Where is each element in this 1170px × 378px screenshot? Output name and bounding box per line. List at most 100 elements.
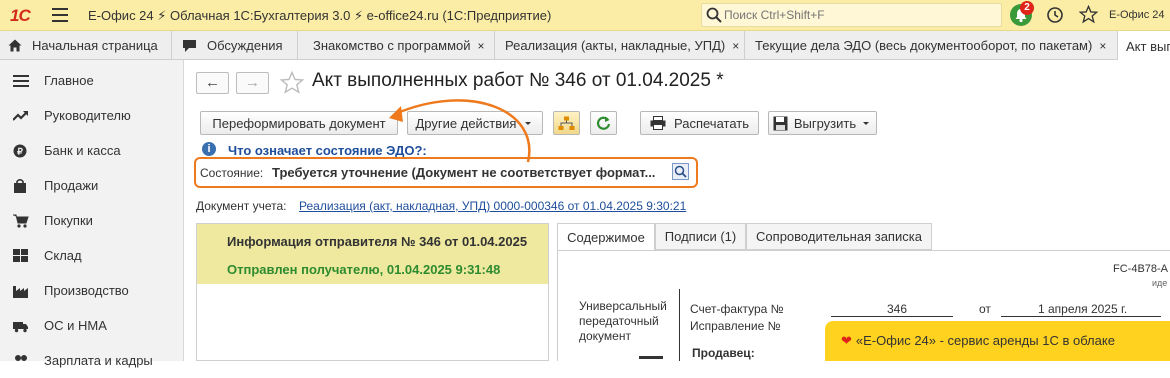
cart-icon — [13, 214, 29, 228]
print-button[interactable]: Распечатать — [640, 111, 759, 135]
1c-logo: 1С — [10, 6, 31, 25]
sidebar-item-warehouse[interactable]: Склад — [0, 238, 184, 273]
sidebar-item-label: Продажи — [44, 178, 99, 193]
sidebar-item-main[interactable]: Главное — [0, 63, 184, 98]
tab-content[interactable]: Содержимое — [557, 223, 655, 251]
sidebar-item-label: Покупки — [44, 213, 93, 228]
export-button[interactable]: Выгрузить — [768, 111, 877, 135]
forward-button[interactable]: → — [236, 72, 269, 94]
document-id-fragment: FC-4B78-A — [1113, 263, 1169, 275]
main-menu-icon[interactable] — [52, 8, 68, 22]
refresh-button[interactable] — [590, 111, 617, 135]
structure-button[interactable] — [553, 111, 580, 135]
tab-label: Начальная страница — [32, 38, 158, 53]
menu-lines-icon — [13, 75, 29, 87]
app-title: Е-Офис 24 ⚡ Облачная 1С:Бухгалтерия 3.0 … — [88, 8, 552, 23]
home-icon — [8, 39, 22, 52]
history-icon[interactable] — [1046, 6, 1064, 24]
promo-banner[interactable]: ❤ «Е-Офис 24» - сервис аренды 1С в облаке — [825, 321, 1170, 361]
tab-home[interactable]: Начальная страница — [0, 31, 172, 60]
export-label: Выгрузить — [793, 115, 857, 131]
invoice-number-underline — [831, 316, 953, 317]
print-label: Распечатать — [673, 115, 749, 131]
sidebar-item-purchases[interactable]: Покупки — [0, 203, 184, 238]
trend-up-icon — [13, 111, 28, 121]
add-to-favorites-icon[interactable] — [280, 71, 304, 94]
status-details-button[interactable] — [672, 163, 689, 180]
upd-divider — [679, 289, 680, 361]
upd-status-box — [639, 356, 663, 359]
sidebar-item-label: Склад — [44, 248, 82, 263]
invoice-date-underline — [1001, 316, 1161, 317]
promo-text: ❤ «Е-Офис 24» - сервис аренды 1С в облаке — [841, 333, 1115, 349]
close-tab-icon[interactable]: × — [478, 39, 485, 53]
invoice-label: Счет-фактура № — [690, 302, 784, 316]
sender-info-row[interactable]: Информация отправителя № 346 от 01.04.20… — [197, 224, 548, 284]
sidebar-item-assets[interactable]: ОС и НМА — [0, 308, 184, 343]
upd-doc-name: Универсальный передаточный документ — [579, 299, 667, 343]
sidebar-item-production[interactable]: Производство — [0, 273, 184, 308]
tab-label: Обсуждения — [207, 38, 283, 53]
account-document-label: Документ учета: — [196, 199, 287, 213]
discussion-icon — [183, 39, 196, 52]
notifications-count-badge: 2 — [1020, 1, 1034, 15]
sidebar-item-sales[interactable]: Продажи — [0, 168, 184, 203]
title-bar: 1С Е-Офис 24 ⚡ Облачная 1С:Бухгалтерия 3… — [0, 0, 1170, 31]
people-icon — [15, 355, 27, 361]
document-title: Акт выполненных работ № 346 от 01.04.202… — [312, 70, 724, 91]
sidebar-item-label: Банк и касса — [44, 143, 121, 158]
user-name[interactable]: Е-Офис 24 — [1109, 9, 1165, 21]
sidebar: Главное Руководителю ₽ Банк и касса Прод… — [0, 60, 184, 368]
heart-icon: ❤ — [841, 333, 852, 348]
global-search[interactable] — [701, 3, 1002, 27]
tab-edo-current[interactable]: Текущие дела ЭДО (весь документооборот, … — [745, 31, 1118, 60]
refresh-icon — [596, 116, 611, 130]
other-actions-label: Другие действия — [415, 115, 517, 131]
search-icon — [706, 7, 722, 23]
tab-label: Реализация (акты, накладные, УПД) — [505, 38, 726, 53]
tab-act-active[interactable]: Акт вып — [1118, 31, 1170, 61]
tab-signatures[interactable]: Подписи (1) — [655, 223, 746, 250]
search-input[interactable] — [724, 6, 994, 24]
back-button[interactable]: ← — [196, 72, 229, 94]
sender-info-status: Отправлен получателю, 01.04.2025 9:31:48 — [227, 262, 501, 277]
hierarchy-icon — [558, 116, 575, 130]
close-tab-icon[interactable]: × — [732, 39, 739, 53]
tab-sales[interactable]: Реализация (акты, накладные, УПД) × — [495, 31, 745, 60]
status-value[interactable]: Требуется уточнение (Документ не соответ… — [272, 165, 655, 180]
seller-label: Продавец: — [692, 346, 755, 360]
warehouse-grid-icon — [13, 249, 28, 262]
reformat-document-button[interactable]: Переформировать документ — [200, 111, 398, 135]
tab-intro[interactable]: Знакомство с программой × — [298, 31, 495, 60]
dropdown-arrow-icon — [525, 122, 532, 125]
sidebar-item-label: Производство — [44, 283, 129, 298]
other-actions-button[interactable]: Другие действия — [407, 111, 543, 135]
account-document-link[interactable]: Реализация (акт, накладная, УПД) 0000-00… — [299, 199, 686, 213]
factory-icon — [13, 286, 28, 298]
correction-label: Исправление № — [690, 319, 781, 333]
sidebar-item-label: Главное — [44, 73, 94, 88]
open-tabs-bar: Начальная страница Обсуждения Знакомство… — [0, 31, 1170, 61]
tab-cover-note[interactable]: Сопроводительная записка — [746, 223, 932, 250]
document-id-caption: иде — [1152, 278, 1168, 288]
sidebar-item-label: Руководителю — [44, 108, 131, 123]
coin-icon: ₽ — [13, 144, 27, 158]
sender-info-list: Информация отправителя № 346 от 01.04.20… — [196, 223, 549, 361]
invoice-from-label: от — [979, 302, 991, 316]
sidebar-item-label: ОС и НМА — [44, 318, 107, 333]
favorites-star-icon[interactable] — [1079, 5, 1098, 24]
dropdown-arrow-icon — [863, 122, 870, 125]
truck-icon — [13, 322, 28, 333]
tab-discussions[interactable]: Обсуждения — [172, 31, 298, 60]
tab-label: Текущие дела ЭДО (весь документооборот, … — [755, 38, 1093, 53]
close-tab-icon[interactable]: × — [1099, 39, 1106, 53]
invoice-number: 346 — [887, 302, 908, 316]
magnifier-icon — [674, 165, 687, 178]
sidebar-item-bank[interactable]: ₽ Банк и касса — [0, 133, 184, 168]
svg-text:₽: ₽ — [17, 147, 23, 157]
invoice-date: 1 апреля 2025 г. — [1038, 302, 1128, 316]
sidebar-item-manager[interactable]: Руководителю — [0, 98, 184, 133]
edo-status-help-link[interactable]: Что означает состояние ЭДО?: — [228, 143, 427, 158]
info-icon: i — [202, 142, 216, 156]
promo-label: «Е-Офис 24» - сервис аренды 1С в облаке — [855, 333, 1115, 348]
